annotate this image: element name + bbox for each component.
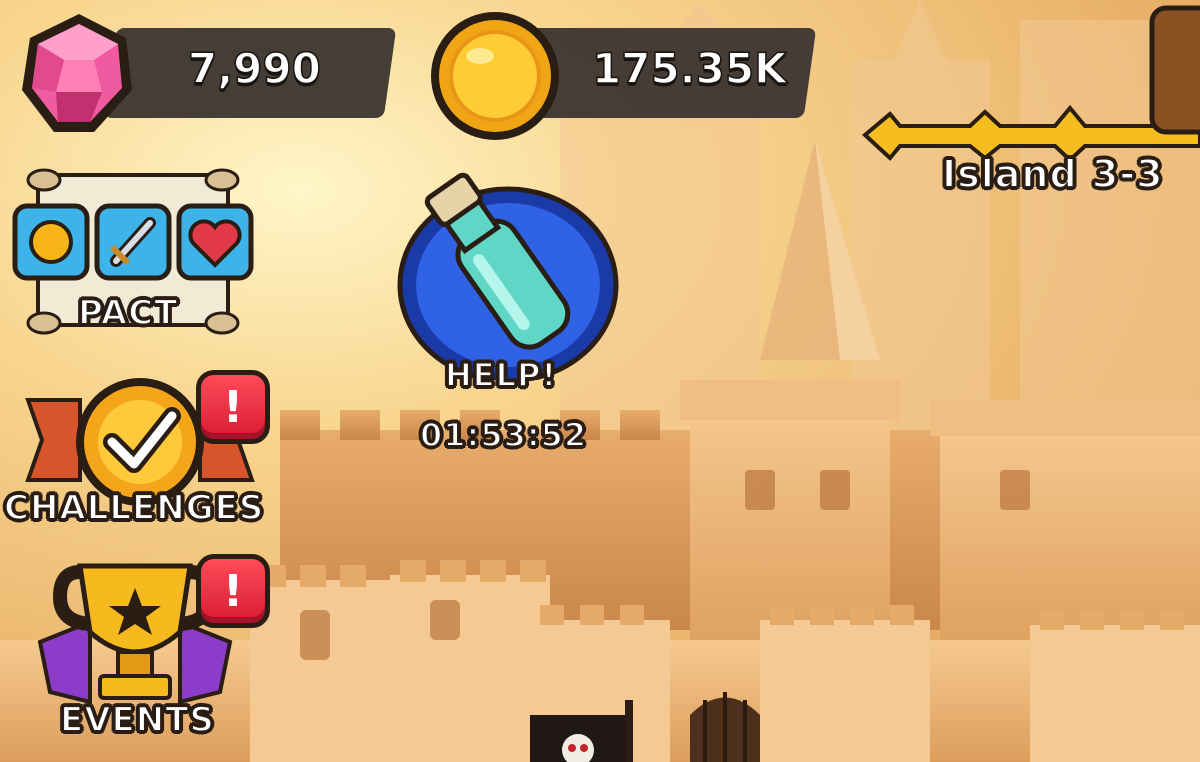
pact-gold-slot-icon xyxy=(12,203,90,281)
island-stage-label: Island 3-3 xyxy=(941,151,1164,197)
pact-label: PACT xyxy=(77,292,179,334)
challenges-label: CHALLENGES xyxy=(3,487,265,529)
challenges-button[interactable]: ! CHALLENGES xyxy=(0,370,280,540)
help-label: HELP! xyxy=(444,355,558,395)
pact-sword-slot-icon xyxy=(94,203,172,281)
challenges-alert-badge: ! xyxy=(196,370,270,444)
help-timer: 01:53:52 xyxy=(419,415,588,455)
events-label: EVENTS xyxy=(59,699,215,741)
help-button[interactable]: HELP! 01:53:52 xyxy=(390,160,630,460)
gems-value: 7,990 xyxy=(187,43,321,94)
gold-coin-icon xyxy=(431,12,559,140)
events-button[interactable]: ! EVENTS xyxy=(30,552,280,752)
gem-icon xyxy=(22,14,132,132)
gold-value: 175.35K xyxy=(591,43,787,94)
message-bottle-icon xyxy=(397,172,619,380)
events-alert-badge: ! xyxy=(196,554,270,628)
pact-button[interactable]: PACT xyxy=(8,165,258,340)
treasure-chest-icon xyxy=(1149,5,1200,135)
pact-heart-slot-icon xyxy=(176,203,254,281)
